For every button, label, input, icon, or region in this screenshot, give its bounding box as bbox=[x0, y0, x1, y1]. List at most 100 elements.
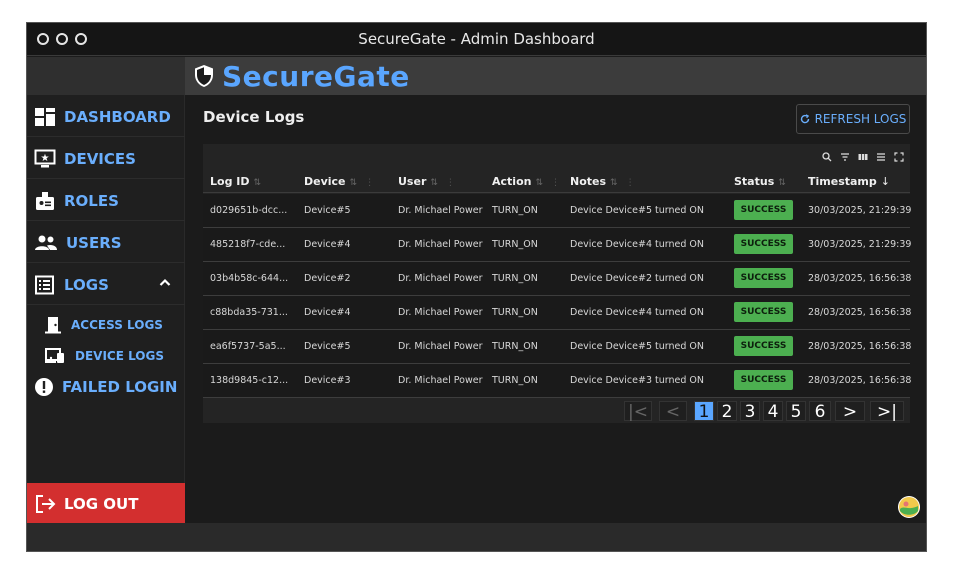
shield-icon bbox=[195, 65, 213, 87]
sidebar-item-dashboard[interactable]: DASHBOARD bbox=[27, 97, 185, 137]
door-icon bbox=[45, 316, 61, 333]
sidebar-item-label: USERS bbox=[66, 233, 122, 252]
page-title: Device Logs bbox=[203, 108, 305, 126]
table-row[interactable]: d029651b-dcc... Device#5 Dr. Michael Pow… bbox=[203, 194, 912, 228]
next-page-button[interactable]: > bbox=[835, 401, 865, 422]
refresh-logs-button[interactable]: REFRESH LOGS bbox=[796, 104, 910, 134]
status-badge: SUCCESS bbox=[734, 302, 793, 322]
column-header-log-id[interactable]: Log ID ⇅ bbox=[210, 175, 261, 188]
cell-user: Dr. Michael Power bbox=[398, 205, 483, 216]
cell-device: Device#4 bbox=[304, 239, 351, 250]
cell-notes: Device Device#4 turned ON bbox=[570, 239, 705, 250]
filter-icon[interactable] bbox=[840, 152, 850, 162]
sidebar-item-failed-login[interactable]: FAILED LOGIN bbox=[27, 367, 185, 407]
page-button-2[interactable]: 2 bbox=[717, 401, 737, 422]
sort-icon[interactable]: ⇅ bbox=[610, 178, 618, 188]
sidebar-item-access-logs[interactable]: ACCESS LOGS bbox=[27, 309, 185, 340]
column-header-timestamp[interactable]: Timestamp ↓ bbox=[808, 175, 890, 188]
sidebar-item-roles[interactable]: ROLES bbox=[27, 181, 185, 221]
refresh-logs-label: REFRESH LOGS bbox=[814, 112, 907, 126]
sidebar-item-devices[interactable]: ★ DEVICES bbox=[27, 139, 185, 179]
cell-notes: Device Device#4 turned ON bbox=[570, 307, 705, 318]
sort-descending-icon[interactable]: ↓ bbox=[881, 175, 890, 188]
sort-icon[interactable]: ⇅ bbox=[254, 178, 262, 188]
cell-log-id: 485218f7-cde... bbox=[210, 239, 286, 250]
title-bar: SecureGate - Admin Dashboard bbox=[27, 23, 926, 56]
cell-timestamp: 28/03/2025, 16:56:38 bbox=[808, 307, 912, 318]
column-header-action[interactable]: Action ⇅ ⋮ bbox=[492, 175, 560, 188]
cell-device: Device#2 bbox=[304, 273, 351, 284]
cell-timestamp: 30/03/2025, 21:29:39 bbox=[808, 205, 912, 216]
cell-action: TURN_ON bbox=[492, 375, 538, 386]
column-label: Action bbox=[492, 175, 532, 188]
page-button-5[interactable]: 5 bbox=[786, 401, 806, 422]
page-button-1[interactable]: 1 bbox=[694, 401, 714, 422]
table-row[interactable]: 03b4b58c-644... Device#2 Dr. Michael Pow… bbox=[203, 262, 911, 296]
fullscreen-icon[interactable] bbox=[894, 152, 904, 162]
header-spacer bbox=[27, 57, 185, 95]
sidebar-item-label: LOGS bbox=[64, 275, 109, 294]
table-row[interactable]: ea6f5737-5a5... Device#5 Dr. Michael Pow… bbox=[203, 330, 912, 364]
column-menu-icon[interactable]: ⋮ bbox=[626, 178, 635, 188]
prev-page-button[interactable]: < bbox=[659, 401, 687, 422]
brand-logo[interactable]: SecureGate bbox=[193, 59, 410, 93]
avatar-image-icon bbox=[899, 497, 919, 517]
table-row[interactable]: c88bda35-731... Device#4 Dr. Michael Pow… bbox=[203, 296, 912, 330]
page-button-6[interactable]: 6 bbox=[809, 401, 831, 422]
column-menu-icon[interactable]: ⋮ bbox=[551, 178, 560, 188]
last-page-button[interactable]: >| bbox=[870, 401, 904, 422]
app-window: SecureGate - Admin Dashboard SecureGate … bbox=[26, 22, 927, 552]
dashboard-icon bbox=[35, 107, 55, 126]
column-menu-icon[interactable]: ⋮ bbox=[365, 178, 374, 188]
cell-user: Dr. Michael Power bbox=[398, 239, 483, 250]
table-row[interactable]: 485218f7-cde... Device#4 Dr. Michael Pow… bbox=[203, 228, 912, 262]
cell-log-id: ea6f5737-5a5... bbox=[210, 341, 286, 352]
sort-icon[interactable]: ⇅ bbox=[350, 178, 358, 188]
device-logs-icon bbox=[45, 347, 64, 363]
chevron-up-icon[interactable] bbox=[159, 278, 171, 287]
page-button-3[interactable]: 3 bbox=[740, 401, 760, 422]
column-menu-icon[interactable]: ⋮ bbox=[446, 178, 455, 188]
logs-icon bbox=[35, 275, 54, 294]
avatar[interactable] bbox=[898, 496, 920, 518]
status-badge: SUCCESS bbox=[734, 336, 793, 356]
page-button-4[interactable]: 4 bbox=[763, 401, 783, 422]
column-header-notes[interactable]: Notes ⇅ ⋮ bbox=[570, 175, 635, 188]
sidebar-item-label: DEVICES bbox=[64, 149, 136, 168]
cell-notes: Device Device#5 turned ON bbox=[570, 205, 705, 216]
status-badge: SUCCESS bbox=[734, 234, 793, 254]
sidebar-item-label: FAILED LOGIN bbox=[62, 378, 178, 396]
column-header-device[interactable]: Device ⇅ ⋮ bbox=[304, 175, 374, 188]
search-icon[interactable] bbox=[822, 152, 832, 162]
table-row[interactable]: 138d9845-c12... Device#3 Dr. Michael Pow… bbox=[203, 364, 911, 398]
sort-icon[interactable]: ⇅ bbox=[535, 178, 543, 188]
column-header-status[interactable]: Status ⇅ bbox=[734, 175, 786, 188]
svg-text:★: ★ bbox=[41, 153, 50, 164]
cell-timestamp: 30/03/2025, 21:29:39 bbox=[808, 239, 912, 250]
sidebar-item-users[interactable]: USERS bbox=[27, 223, 185, 263]
cell-user: Dr. Michael Power bbox=[398, 273, 483, 284]
cell-timestamp: 28/03/2025, 16:56:38 bbox=[808, 341, 912, 352]
alert-icon bbox=[35, 378, 53, 396]
users-icon bbox=[35, 235, 57, 250]
status-bar bbox=[27, 523, 926, 551]
column-label: Notes bbox=[570, 175, 607, 188]
status-badge: SUCCESS bbox=[734, 268, 793, 288]
columns-icon[interactable] bbox=[858, 152, 868, 162]
column-label: Device bbox=[304, 175, 346, 188]
logout-icon bbox=[36, 495, 56, 513]
cell-user: Dr. Michael Power bbox=[398, 375, 483, 386]
column-header-user[interactable]: User ⇅ ⋮ bbox=[398, 175, 455, 188]
cell-log-id: 138d9845-c12... bbox=[210, 375, 289, 386]
density-icon[interactable] bbox=[876, 152, 886, 162]
cell-notes: Device Device#5 turned ON bbox=[570, 341, 705, 352]
sort-icon[interactable]: ⇅ bbox=[778, 178, 786, 188]
roles-icon bbox=[36, 191, 54, 210]
sort-icon[interactable]: ⇅ bbox=[430, 178, 438, 188]
device-logs-table: Log ID ⇅ Device ⇅ ⋮ User ⇅ ⋮ Action ⇅ ⋮ Notes ⇅ ⋮… bbox=[203, 144, 912, 423]
cell-action: TURN_ON bbox=[492, 239, 538, 250]
logout-button[interactable]: LOG OUT bbox=[27, 483, 185, 525]
sidebar-item-logs[interactable]: LOGS bbox=[27, 265, 185, 305]
sidebar-item-label: DASHBOARD bbox=[64, 107, 171, 126]
first-page-button[interactable]: |< bbox=[624, 401, 652, 422]
